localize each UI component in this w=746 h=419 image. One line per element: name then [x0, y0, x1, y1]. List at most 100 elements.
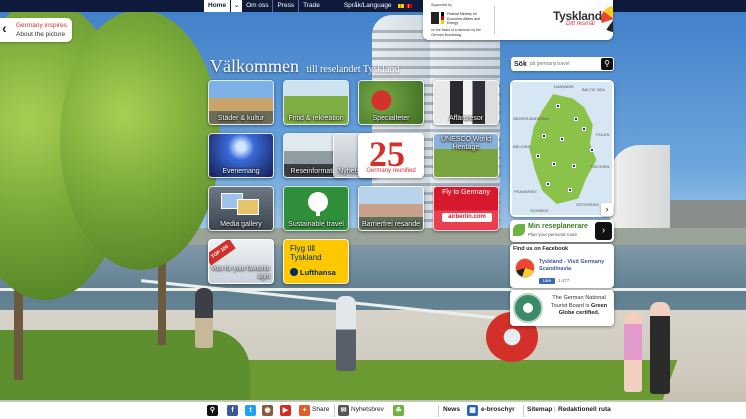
nav-about[interactable]: Om oss — [242, 0, 274, 12]
tile-media-gallery[interactable]: Media gallery — [208, 186, 274, 231]
tile-label: Evenemang — [222, 167, 260, 175]
city-marker[interactable] — [582, 127, 586, 131]
sitemap-link[interactable]: Sitemap — [527, 406, 552, 413]
city-marker[interactable] — [546, 182, 550, 186]
sponsor-basis: on the basis of a decision by the German… — [431, 28, 482, 37]
city-marker[interactable] — [574, 117, 578, 121]
tile-fly-to-germany[interactable]: Fly to Germany airberlin.com — [433, 186, 499, 231]
chevron-left-icon[interactable]: ‹ — [2, 21, 7, 35]
search-input[interactable] — [529, 61, 590, 67]
mail-icon[interactable]: ✉ — [338, 405, 349, 416]
legal-link[interactable]: Redaktionell ruta — [558, 406, 611, 413]
language-selector[interactable]: Språk/Language — [340, 0, 396, 12]
map-label: Polen — [596, 132, 610, 137]
map-area[interactable]: Danmark Baltic Sea Polen Tjeckien Österr… — [512, 82, 612, 215]
about-picture-link[interactable]: About the picture — [16, 31, 65, 38]
facebook-heading: Find us on Facebook — [513, 246, 569, 252]
brochure-icon[interactable]: ▦ — [467, 405, 478, 416]
person — [624, 312, 642, 392]
flag-icon[interactable] — [397, 4, 404, 8]
leaf-icon[interactable]: ☘ — [393, 405, 404, 416]
city-marker[interactable] — [536, 154, 540, 158]
news-link[interactable]: News — [443, 406, 460, 413]
tile-specialties[interactable]: Specialteter — [358, 80, 424, 125]
person — [336, 296, 356, 371]
twitter-icon[interactable]: t — [245, 405, 256, 416]
city-marker[interactable] — [552, 162, 556, 166]
map-label: Belgien — [513, 144, 531, 149]
facebook-icon[interactable]: f — [227, 405, 238, 416]
tile-label: Affärsresor — [448, 114, 484, 122]
city-marker[interactable] — [556, 104, 560, 108]
welcome-title: Välkommen — [210, 56, 299, 76]
chevron-right-icon[interactable]: › — [595, 222, 612, 240]
separator: | — [554, 406, 556, 413]
germany-map[interactable]: Danmark Baltic Sea Polen Tjeckien Österr… — [510, 80, 614, 217]
city-marker[interactable] — [590, 148, 594, 152]
divider — [494, 6, 495, 34]
germany-inspires-panel[interactable]: ‹ Germany inspires About the picture — [0, 18, 72, 42]
tile-label: Sustainable travel — [288, 220, 344, 228]
map-label: Frankrike — [514, 189, 537, 194]
person — [650, 302, 670, 394]
nav-trade[interactable]: Trade — [299, 0, 324, 12]
share-link[interactable]: Share — [312, 406, 329, 413]
youtube-icon[interactable]: ▶ — [280, 405, 291, 416]
map-label: Danmark — [554, 84, 575, 89]
nav-home[interactable]: Home — [204, 0, 231, 12]
share-icon[interactable]: + — [299, 405, 310, 416]
divider — [438, 405, 439, 417]
tree — [60, 10, 220, 270]
tile-events[interactable]: Evenemang — [208, 133, 274, 178]
chevron-down-icon[interactable]: ⌄ — [231, 0, 243, 12]
search-icon[interactable]: ⚲ — [601, 58, 613, 70]
tile-label: Germany reunified — [366, 167, 416, 174]
person — [195, 288, 213, 348]
trip-planner[interactable]: Min reseplanerare Plan your personal rou… — [510, 220, 614, 242]
tile-label: Fritid & rekreation — [288, 114, 344, 122]
railing — [0, 288, 746, 291]
city-marker[interactable] — [572, 164, 576, 168]
tile-label: Specialteter — [372, 114, 410, 122]
language-flags[interactable] — [397, 4, 412, 8]
crane-icon — [290, 268, 298, 276]
tile-sustainable-travel[interactable]: Sustainable travel — [283, 186, 349, 231]
green-globe-certification[interactable]: The German National Tourist Board is Gre… — [510, 290, 614, 326]
city-marker[interactable] — [542, 134, 546, 138]
city-marker[interactable] — [568, 188, 572, 192]
chevron-right-icon[interactable]: › — [601, 203, 613, 216]
flag-icon[interactable] — [405, 4, 412, 8]
lawn — [192, 360, 678, 400]
tile-leisure[interactable]: Fritid & rekreation — [283, 80, 349, 125]
tile-unesco[interactable]: UNESCO World Heritage — [433, 133, 499, 178]
tile-accessible-travel[interactable]: Barrierfrei resande — [358, 186, 424, 231]
lufthansa-logo: Lufthansa — [300, 268, 336, 277]
building-curved — [610, 145, 670, 240]
green-globe-seal-icon — [513, 293, 543, 323]
certification-text: The German National Tourist Board is Gre… — [550, 295, 608, 316]
instagram-icon[interactable]: ◉ — [262, 405, 273, 416]
map-label: Nederländerna — [513, 116, 549, 121]
newsletter-link[interactable]: Nyhetsbrev — [351, 406, 384, 413]
tile-label: Städer & kultur — [217, 114, 265, 122]
map-label: Österrike — [576, 202, 600, 207]
ministry-name: Federal Ministry for Economic Affairs an… — [447, 12, 480, 25]
city-marker[interactable] — [560, 137, 564, 141]
facebook-page-link[interactable]: Tyskland - Visit Germany Scandinavia — [539, 259, 611, 273]
brochure-link[interactable]: e-broschyr — [481, 406, 515, 413]
tile-label: Flyg till Tyskland — [290, 244, 322, 262]
divider — [523, 405, 524, 417]
search-icon[interactable]: ⚲ — [207, 405, 218, 416]
page-avatar[interactable] — [515, 258, 535, 278]
map-label: Schweiz — [530, 208, 549, 213]
tile-reunified[interactable]: 25 Germany reunified — [358, 133, 424, 178]
logo-card: Supported by Federal Ministry for Econom… — [423, 0, 613, 40]
tile-label: Fly to Germany — [442, 189, 490, 196]
facebook-like-button[interactable]: Like — [539, 278, 555, 284]
nav-press[interactable]: Press — [273, 0, 300, 12]
tile-top100-vote[interactable]: TOP 100 Vote for your favourite sight — [208, 239, 274, 284]
tile-business-travel[interactable]: Affärsresor — [433, 80, 499, 125]
tile-lufthansa[interactable]: Flyg till Tyskland Lufthansa — [283, 239, 349, 284]
tile-cities-culture[interactable]: Städer & kultur — [208, 80, 274, 125]
bottom-toolbar: ⚲ f t ◉ ▶ + Share ✉ Nyhetsbrev ☘ News ▦ … — [0, 401, 746, 419]
